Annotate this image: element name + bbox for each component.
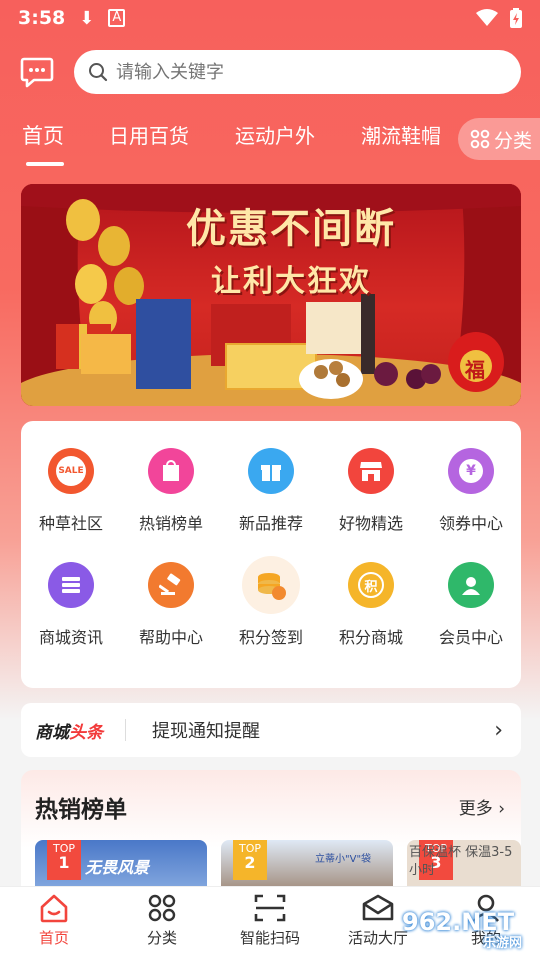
nav-activity-hall[interactable]: 活动大厅 xyxy=(328,893,428,948)
status-time: 3:58 xyxy=(18,7,66,29)
news-icon xyxy=(48,562,94,608)
tag-icon xyxy=(148,448,194,494)
function-grid: SALE 种草社区 热销榜单 新品推荐 好物精选 ¥ 领券中心 商城资讯 帮助中… xyxy=(21,421,521,688)
category-button-label: 分类 xyxy=(494,129,533,152)
banner-headline: 优惠不间断 让利大狂欢 xyxy=(151,196,431,299)
grid-label: 热销榜单 xyxy=(138,514,203,533)
bottom-navigation: 首页 分类 智能扫码 活动大厅 我的 xyxy=(0,886,540,960)
tab-home[interactable]: 首页 xyxy=(22,120,64,150)
grid-item-community[interactable]: SALE 种草社区 xyxy=(21,448,121,548)
promo-banner[interactable]: 优惠不间断 让利大狂欢 福 xyxy=(21,184,521,406)
gavel-icon xyxy=(148,562,194,608)
grid-item-mall-news[interactable]: 商城资讯 xyxy=(21,562,121,662)
grid-icon xyxy=(148,894,176,922)
grid-item-new-arrivals[interactable]: 新品推荐 xyxy=(221,448,321,548)
download-icon: ⬇ xyxy=(79,7,95,29)
nav-home[interactable]: 首页 xyxy=(4,893,104,948)
battery-icon xyxy=(510,8,522,28)
search-input[interactable] xyxy=(116,61,476,83)
hot-list-section: 热销榜单 更多 › TOP 1 无畏风景 TOP 2 立蒂小"V"袋 TOP 3 百保… xyxy=(21,770,521,900)
hot-list-title: 热销榜单 xyxy=(35,797,127,823)
home-icon xyxy=(40,894,68,923)
grid-label: 领券中心 xyxy=(438,514,503,533)
rank-badge: TOP 1 xyxy=(47,840,81,880)
grid-item-coupons[interactable]: ¥ 领券中心 xyxy=(421,448,521,548)
mail-icon xyxy=(362,894,394,921)
tab-fashion-shoes[interactable]: 潮流鞋帽 xyxy=(361,120,441,149)
nav-smart-scan[interactable]: 智能扫码 xyxy=(220,893,320,948)
grid-label: 商城资讯 xyxy=(38,628,103,647)
status-bar: 3:58 ⬇ A xyxy=(0,0,540,36)
coupon-icon: ¥ xyxy=(448,448,494,494)
nav-mine[interactable]: 我的 xyxy=(436,893,536,948)
news-ticker[interactable]: 商城头条 提现通知提醒 › xyxy=(21,703,521,757)
grid-item-points-mall[interactable]: 积 积分商城 xyxy=(321,562,421,662)
rank-badge: TOP 2 xyxy=(233,840,267,880)
banner-line2: 让利大狂欢 xyxy=(211,264,371,299)
grid-label: 帮助中心 xyxy=(138,628,203,647)
tab-active-indicator xyxy=(26,162,64,166)
search-icon xyxy=(89,63,108,82)
top-bar xyxy=(0,48,540,96)
more-link[interactable]: 更多 › xyxy=(459,794,505,819)
banner-lucky-char: 福 xyxy=(465,358,485,382)
scan-icon xyxy=(254,894,286,922)
grid-item-selected-goods[interactable]: 好物精选 xyxy=(321,448,421,548)
font-icon: A xyxy=(108,9,126,27)
hot-card-caption: 立蒂小"V"袋 xyxy=(315,854,372,865)
nav-category[interactable]: 分类 xyxy=(112,893,212,948)
news-logo: 商城头条 xyxy=(35,722,103,743)
category-button[interactable]: 分类 xyxy=(458,118,540,160)
grid-label: 积分商城 xyxy=(338,628,403,647)
grid-item-points-checkin[interactable]: 积分签到 xyxy=(221,556,321,662)
grid-label: 会员中心 xyxy=(438,628,503,647)
hot-card-caption: 无畏风景 xyxy=(85,858,150,877)
tab-daily-goods[interactable]: 日用百货 xyxy=(109,120,189,149)
grid-item-help-center[interactable]: 帮助中心 xyxy=(121,562,221,662)
gift-icon xyxy=(248,448,294,494)
grid-label: 新品推荐 xyxy=(238,514,303,533)
tab-sports-outdoor[interactable]: 运动户外 xyxy=(235,120,315,149)
grid-icon xyxy=(470,129,490,149)
sale-icon: SALE xyxy=(48,448,94,494)
wifi-icon xyxy=(476,9,498,26)
news-text: 提现通知提醒 xyxy=(152,721,260,742)
news-divider xyxy=(125,719,126,741)
points-icon: 积 xyxy=(348,562,394,608)
grid-item-hot-list[interactable]: 热销榜单 xyxy=(121,448,221,548)
grid-label: 积分签到 xyxy=(238,628,303,647)
chevron-right-icon: › xyxy=(494,717,503,743)
banner-line1: 优惠不间断 xyxy=(186,206,396,252)
message-icon[interactable] xyxy=(20,56,54,88)
member-icon xyxy=(448,562,494,608)
grid-label: 好物精选 xyxy=(338,514,403,533)
grid-item-member-center[interactable]: 会员中心 xyxy=(421,562,521,662)
hot-card-caption: 百保温杯 保温3-5小时 xyxy=(409,845,513,878)
store-icon xyxy=(348,448,394,494)
search-bar[interactable] xyxy=(74,50,521,94)
coins-icon xyxy=(242,556,300,614)
grid-label: 种草社区 xyxy=(38,514,103,533)
user-icon xyxy=(473,894,499,922)
